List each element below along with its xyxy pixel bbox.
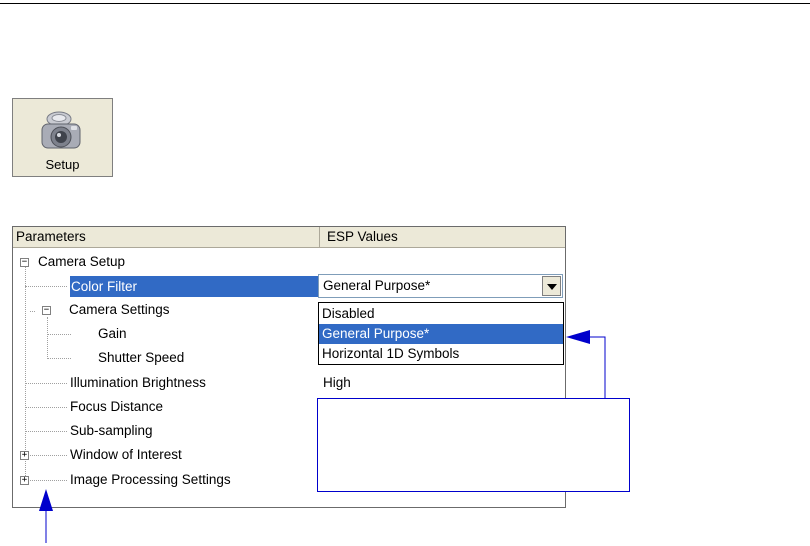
callout-arrow [590,336,606,398]
expander-arrowhead [39,489,53,511]
annotation-arrows [39,330,606,543]
callout-arrowhead [566,330,590,344]
